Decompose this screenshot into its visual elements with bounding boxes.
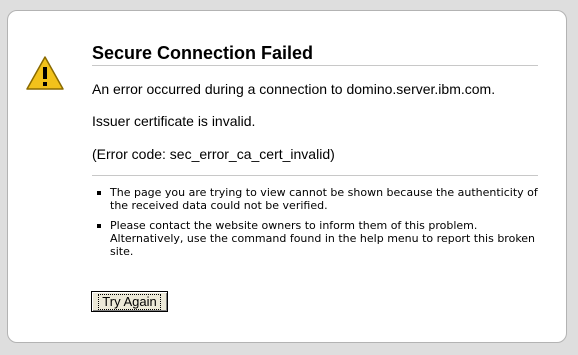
list-item: Please contact the website owners to inf… <box>94 219 546 258</box>
error-message-certificate: Issuer certificate is invalid. <box>92 113 256 129</box>
page-title: Secure Connection Failed <box>92 43 314 63</box>
error-code: (Error code: sec_error_ca_cert_invalid) <box>92 146 335 162</box>
error-message-connection: An error occurred during a connection to… <box>92 81 496 97</box>
page-background: Secure Connection Failed An error occurr… <box>0 0 578 355</box>
list-item: The page you are trying to view cannot b… <box>94 186 546 212</box>
try-again-label: Try Again <box>98 293 161 310</box>
title-divider <box>92 65 538 66</box>
section-divider <box>92 175 538 176</box>
list-item-text: Please contact the website owners to inf… <box>110 219 536 258</box>
bullet-icon <box>97 191 101 195</box>
explanation-list: The page you are trying to view cannot b… <box>94 186 546 265</box>
warning-triangle-icon <box>26 56 64 90</box>
bullet-icon <box>97 224 101 228</box>
try-again-button[interactable]: Try Again <box>91 291 168 312</box>
error-panel: Secure Connection Failed An error occurr… <box>7 10 567 343</box>
list-item-text: The page you are trying to view cannot b… <box>110 186 538 212</box>
